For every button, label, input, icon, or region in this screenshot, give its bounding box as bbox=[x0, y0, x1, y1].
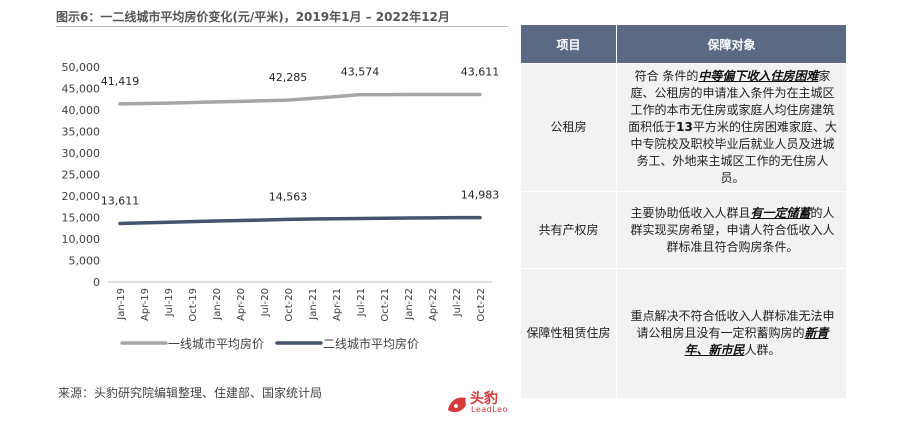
data-point bbox=[406, 216, 410, 220]
desc-text: 13 bbox=[676, 120, 693, 134]
data-point bbox=[454, 93, 458, 96]
data-label: 41,419 bbox=[101, 75, 140, 88]
row-item-name: 保障性租赁住房 bbox=[520, 268, 617, 399]
row-target-desc: 符合 条件的中等偏下收入住房困难家庭、公租房的申请准入条件为在主城区工作的本市无… bbox=[616, 63, 847, 192]
data-point bbox=[118, 102, 122, 106]
y-tick-label: 40,000 bbox=[62, 104, 101, 117]
data-label: 14,983 bbox=[461, 189, 500, 202]
x-tick-label: Apr-21 bbox=[332, 288, 343, 321]
data-label: 13,611 bbox=[101, 194, 140, 207]
highlight-text: 中等偏下收入住房困难 bbox=[698, 69, 819, 83]
x-tick-label: Jan-22 bbox=[404, 288, 415, 321]
row-item-name: 共有产权房 bbox=[520, 191, 617, 269]
data-point bbox=[430, 216, 434, 220]
row-target-desc: 主要协助低收入人群且有一定储蓄的人群实现买房希望，申请人符合低收入人群标准且符合… bbox=[616, 191, 847, 269]
data-point bbox=[262, 218, 266, 222]
data-point bbox=[214, 219, 218, 223]
data-point bbox=[118, 222, 122, 225]
table-row: 公租房 符合 条件的中等偏下收入住房困难家庭、公租房的申请准入条件为在主城区工作的… bbox=[520, 63, 847, 192]
data-point bbox=[478, 93, 482, 96]
legend-label: 一线城市平均房价 bbox=[168, 336, 264, 351]
desc-text: 人群。 bbox=[744, 343, 781, 357]
desc-text: 主要协助低收入人群且 bbox=[630, 205, 751, 220]
table-header-item: 项目 bbox=[520, 24, 617, 64]
x-tick-label: Apr-20 bbox=[236, 288, 247, 321]
data-point bbox=[238, 100, 242, 103]
y-tick-label: 15,000 bbox=[62, 212, 101, 225]
x-tick-label: Oct-20 bbox=[284, 288, 295, 322]
line-chart: 0 5,000 10,000 15,000 20,000 25,000 30,000 35,0… bbox=[62, 61, 500, 351]
data-point bbox=[286, 98, 290, 102]
data-point bbox=[142, 102, 146, 105]
data-point bbox=[190, 220, 194, 223]
data-point bbox=[238, 219, 242, 222]
data-point bbox=[310, 217, 314, 221]
y-tick-label: 50,000 bbox=[62, 61, 101, 74]
data-point bbox=[454, 216, 458, 219]
source-note: 来源：头豹研究院编辑整理、住建部、国家统计局 bbox=[58, 386, 323, 400]
data-label: 14,563 bbox=[269, 190, 308, 203]
y-tick-label: 35,000 bbox=[62, 126, 101, 139]
data-point bbox=[166, 221, 170, 224]
x-tick-label: Jul-21 bbox=[356, 288, 367, 317]
housing-table: 项目 保障对象 公租房 符合 条件的中等偏下收入住房困难家庭、公租房的申请准入条件… bbox=[520, 24, 847, 399]
x-tick-label: Jul-20 bbox=[260, 288, 271, 317]
x-tick-label: Jan-20 bbox=[212, 288, 223, 321]
x-tick-label: Oct-19 bbox=[188, 288, 199, 322]
data-point bbox=[382, 93, 386, 96]
x-tick-label: Apr-22 bbox=[428, 288, 439, 321]
data-point bbox=[358, 93, 362, 96]
data-point bbox=[286, 218, 290, 221]
data-point bbox=[406, 93, 410, 96]
data-point bbox=[382, 217, 386, 220]
x-tick-label: Jul-19 bbox=[164, 288, 175, 317]
x-tick-label: Oct-21 bbox=[380, 288, 391, 322]
series-line bbox=[118, 92, 482, 106]
table-row: 共有产权房 主要协助低收入人群且有一定储蓄的人群实现买房希望，申请人符合低收入人群… bbox=[520, 191, 847, 269]
data-point bbox=[334, 217, 338, 220]
x-tick-label: Jan-19 bbox=[116, 288, 127, 321]
table-header-target: 保障对象 bbox=[616, 24, 847, 64]
x-tick-label: Apr-19 bbox=[140, 288, 151, 321]
y-tick-label: 20,000 bbox=[62, 190, 101, 203]
data-point bbox=[142, 221, 146, 225]
logo-subtitle: LeadLeo bbox=[471, 405, 508, 414]
y-tick-label: 5,000 bbox=[69, 255, 101, 268]
table-row: 保障性租赁住房 重点解决不符合低收入人群标准无法申请公租房且没有一定积蓄购房的新青… bbox=[520, 268, 847, 399]
desc-text: 符合 条件的 bbox=[634, 69, 699, 83]
data-point bbox=[190, 101, 194, 104]
data-point bbox=[430, 93, 434, 96]
y-tick-label: 25,000 bbox=[62, 169, 101, 182]
data-point bbox=[478, 216, 482, 219]
highlight-text: 有一定储蓄 bbox=[750, 205, 811, 220]
row-target-desc: 重点解决不符合低收入人群标准无法申请公租房且没有一定积蓄购房的新青年、新市民人群… bbox=[616, 268, 847, 399]
series-line bbox=[118, 215, 482, 226]
y-tick-label: 45,000 bbox=[62, 83, 101, 96]
y-tick-label: 30,000 bbox=[62, 147, 101, 160]
data-label: 43,611 bbox=[461, 65, 500, 78]
data-point bbox=[214, 100, 218, 104]
data-point bbox=[334, 95, 338, 98]
data-label: 43,574 bbox=[341, 66, 380, 79]
row-item-name: 公租房 bbox=[520, 63, 617, 192]
y-tick-label: 10,000 bbox=[62, 233, 101, 246]
x-tick-label: Jan-21 bbox=[308, 288, 319, 321]
x-tick-label: Oct-22 bbox=[476, 288, 487, 322]
data-point bbox=[358, 217, 362, 220]
data-point bbox=[310, 97, 314, 100]
y-tick-label: 0 bbox=[93, 276, 100, 289]
data-point bbox=[166, 101, 170, 105]
data-point bbox=[262, 99, 266, 102]
data-label: 42,285 bbox=[269, 71, 308, 84]
x-tick-label: Jul-22 bbox=[452, 288, 463, 317]
legend-label: 二线城市平均房价 bbox=[323, 336, 419, 351]
